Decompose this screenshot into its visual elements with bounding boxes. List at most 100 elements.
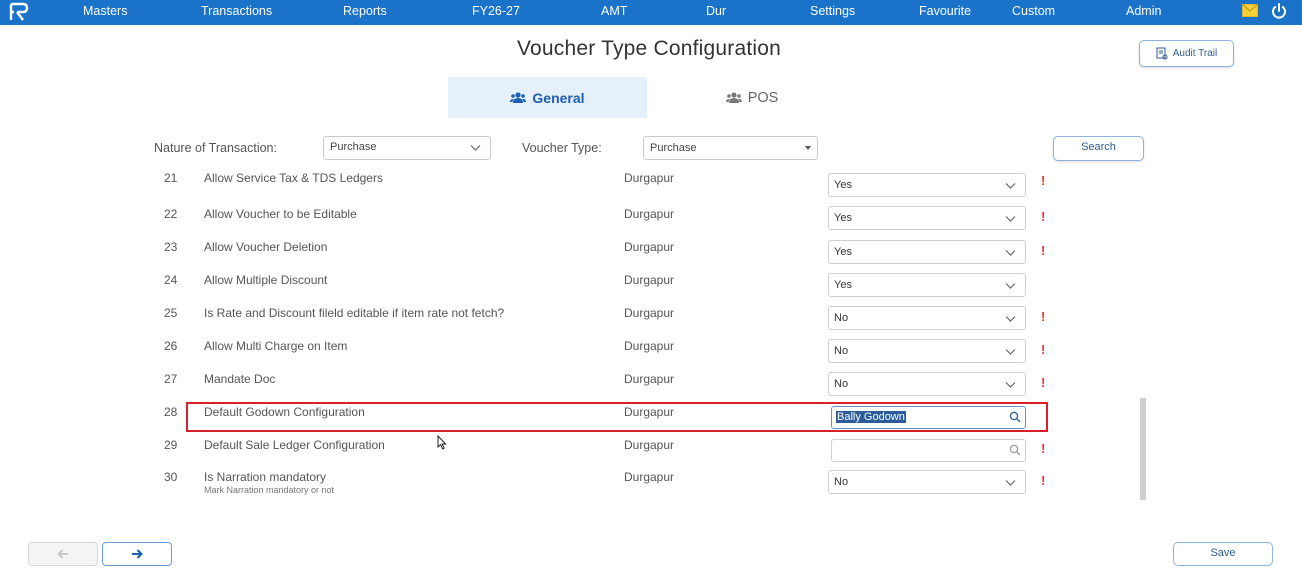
tab-pos[interactable]: POS	[647, 77, 857, 118]
row-value: No	[834, 378, 849, 390]
nav-item-favourite[interactable]: Favourite	[919, 0, 971, 25]
nav-item-custom[interactable]: Custom	[1012, 0, 1055, 25]
next-button[interactable]	[102, 542, 172, 566]
app-logo-icon[interactable]	[8, 2, 30, 22]
nav-item-transactions[interactable]: Transactions	[201, 0, 272, 25]
row-location: Durgapur	[624, 470, 675, 484]
chevron-down-icon	[1005, 480, 1016, 486]
chevron-down-icon	[1005, 382, 1016, 388]
row-value: No	[834, 345, 849, 357]
scrollbar-thumb[interactable]	[1140, 398, 1146, 500]
row-location: Durgapur	[624, 438, 675, 452]
row-label: Allow Multi Charge on Item	[204, 339, 348, 353]
tab-general-label: General	[532, 89, 585, 106]
row-value-select[interactable]: Yes	[828, 273, 1026, 297]
row-number: 26	[164, 339, 178, 353]
chevron-down-icon	[1005, 250, 1016, 256]
row-value-select[interactable]: Yes	[828, 173, 1026, 197]
row-location: Durgapur	[624, 339, 675, 353]
list-item: 30 Is Narration mandatory Mark Narration…	[0, 470, 1302, 502]
row-number: 30	[164, 470, 178, 484]
row-number: 28	[164, 405, 178, 419]
row-label: Allow Service Tax & TDS Ledgers	[204, 171, 383, 185]
warning-icon: !	[1041, 173, 1046, 188]
config-list: 21 Allow Service Tax & TDS Ledgers Durga…	[0, 170, 1302, 502]
row-value-select[interactable]: No	[828, 306, 1026, 330]
warning-icon: !	[1041, 342, 1046, 357]
list-item: 25 Is Rate and Discount fileld editable …	[0, 306, 1302, 339]
row-number: 27	[164, 372, 178, 386]
tab-pos-label: POS	[747, 89, 779, 106]
row-value-select[interactable]: Yes	[828, 206, 1026, 230]
row-value: Yes	[834, 279, 852, 291]
warning-icon: !	[1041, 441, 1046, 456]
users-icon	[725, 91, 742, 103]
warning-icon: !	[1041, 243, 1046, 258]
list-item: 26 Allow Multi Charge on Item Durgapur N…	[0, 339, 1302, 372]
nav-item-amt[interactable]: AMT	[601, 0, 627, 25]
row-value-select[interactable]: No	[828, 372, 1026, 396]
row-location: Durgapur	[624, 240, 675, 254]
search-icon[interactable]	[1009, 444, 1021, 456]
row-number: 25	[164, 306, 178, 320]
row-value: Yes	[834, 179, 852, 191]
nature-of-transaction-select[interactable]: Purchase	[323, 136, 491, 160]
page-title: Voucher Type Configuration	[517, 37, 781, 60]
list-item: 22 Allow Voucher to be Editable Durgapur…	[0, 206, 1302, 240]
chevron-down-icon	[1005, 216, 1016, 222]
chevron-down-icon	[470, 145, 481, 151]
row-label: Is Narration mandatory	[204, 470, 327, 484]
row-label: Is Rate and Discount fileld editable if …	[204, 306, 505, 320]
chevron-down-icon	[1005, 316, 1016, 322]
voucher-type-value: Purchase	[650, 142, 697, 154]
row-location: Durgapur	[624, 306, 675, 320]
power-icon[interactable]	[1271, 3, 1287, 19]
audit-trail-label: Audit Trail	[1172, 48, 1218, 59]
row-value: No	[834, 312, 849, 324]
nav-item-admin[interactable]: Admin	[1126, 0, 1161, 25]
row-value: No	[834, 476, 849, 488]
row-label: Allow Multiple Discount	[204, 273, 328, 287]
chevron-down-icon	[1005, 283, 1016, 289]
previous-button[interactable]	[28, 542, 98, 566]
top-nav-bar: Masters Transactions Reports FY26-27 AMT…	[0, 0, 1302, 25]
row-location: Durgapur	[624, 207, 675, 221]
voucher-type-select[interactable]: Purchase	[643, 136, 818, 160]
chevron-down-icon	[1005, 183, 1016, 189]
row-value: Yes	[834, 212, 852, 224]
row-value-select[interactable]: No	[828, 470, 1026, 494]
default-sale-ledger-lookup-input[interactable]	[831, 439, 1026, 462]
nature-of-transaction-value: Purchase	[330, 141, 377, 153]
chevron-down-icon	[1005, 349, 1016, 355]
row-sublabel: Mark Narration mandatory or not	[204, 485, 335, 495]
warning-icon: !	[1041, 473, 1046, 488]
row-location: Durgapur	[624, 273, 675, 287]
arrow-right-icon	[132, 549, 143, 559]
audit-trail-button[interactable]: Audit Trail	[1139, 40, 1234, 67]
list-item: 24 Allow Multiple Discount Durgapur Yes	[0, 273, 1302, 306]
nav-item-masters[interactable]: Masters	[83, 0, 127, 25]
row-location: Durgapur	[624, 372, 675, 386]
row-label: Mandate Doc	[204, 372, 276, 386]
mail-icon[interactable]	[1242, 4, 1258, 17]
search-button[interactable]: Search	[1053, 136, 1144, 161]
warning-icon: !	[1041, 375, 1046, 390]
row-number: 22	[164, 207, 178, 221]
row-number: 29	[164, 438, 178, 452]
nav-item-fiscal-year[interactable]: FY26-27	[472, 0, 520, 25]
row-label: Allow Voucher Deletion	[204, 240, 328, 254]
row-number: 24	[164, 273, 178, 287]
save-button[interactable]: Save	[1173, 542, 1273, 566]
nature-of-transaction-label: Nature of Transaction:	[154, 141, 277, 155]
tab-general[interactable]: General	[448, 77, 647, 118]
nav-item-settings[interactable]: Settings	[810, 0, 855, 25]
list-item: 29 Default Sale Ledger Configuration Dur…	[0, 438, 1302, 471]
row-value: Yes	[834, 246, 852, 258]
users-icon	[510, 91, 527, 103]
voucher-type-label: Voucher Type:	[522, 141, 602, 155]
row-value-select[interactable]: Yes	[828, 240, 1026, 264]
nav-item-reports[interactable]: Reports	[343, 0, 387, 25]
row-value-select[interactable]: No	[828, 339, 1026, 363]
nav-item-dur[interactable]: Dur	[706, 0, 726, 25]
list-item: 23 Allow Voucher Deletion Durgapur Yes !	[0, 240, 1302, 273]
